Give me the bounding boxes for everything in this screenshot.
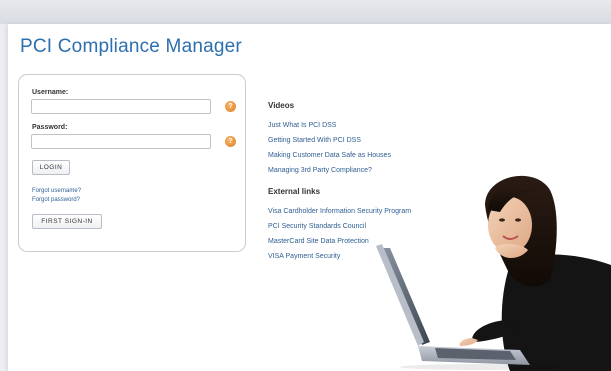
external-links-heading: External links: [268, 187, 321, 196]
password-label: Password:: [32, 124, 68, 131]
external-link[interactable]: MasterCard Site Data Protection: [268, 238, 369, 245]
woman-with-laptop-illustration: [376, 175, 611, 371]
forgot-username-link[interactable]: Forgot username?: [32, 188, 81, 194]
video-link[interactable]: Getting Started With PCI DSS: [268, 137, 361, 144]
page-title: PCI Compliance Manager: [20, 36, 242, 57]
video-link[interactable]: Making Customer Data Safe as Houses: [268, 152, 391, 159]
question-icon[interactable]: ?: [225, 136, 236, 147]
external-link[interactable]: PCI Security Standards Council: [268, 223, 366, 230]
login-button[interactable]: LOGIN: [32, 160, 70, 175]
video-link[interactable]: Just What Is PCI DSS: [268, 122, 336, 129]
question-icon[interactable]: ?: [225, 101, 236, 112]
external-link[interactable]: VISA Payment Security: [268, 253, 340, 260]
videos-heading: Videos: [268, 101, 295, 110]
password-input[interactable]: [31, 134, 211, 149]
username-label: Username:: [32, 89, 69, 96]
login-panel: Username: ? Password: ? LOGIN Forgot use…: [18, 74, 246, 252]
video-link[interactable]: Managing 3rd Party Compliance?: [268, 167, 372, 174]
first-signin-button[interactable]: FIRST SIGN-IN: [32, 214, 102, 229]
username-input[interactable]: [31, 99, 211, 114]
browser-top-bar: [0, 0, 611, 24]
forgot-password-link[interactable]: Forgot password?: [32, 197, 80, 203]
